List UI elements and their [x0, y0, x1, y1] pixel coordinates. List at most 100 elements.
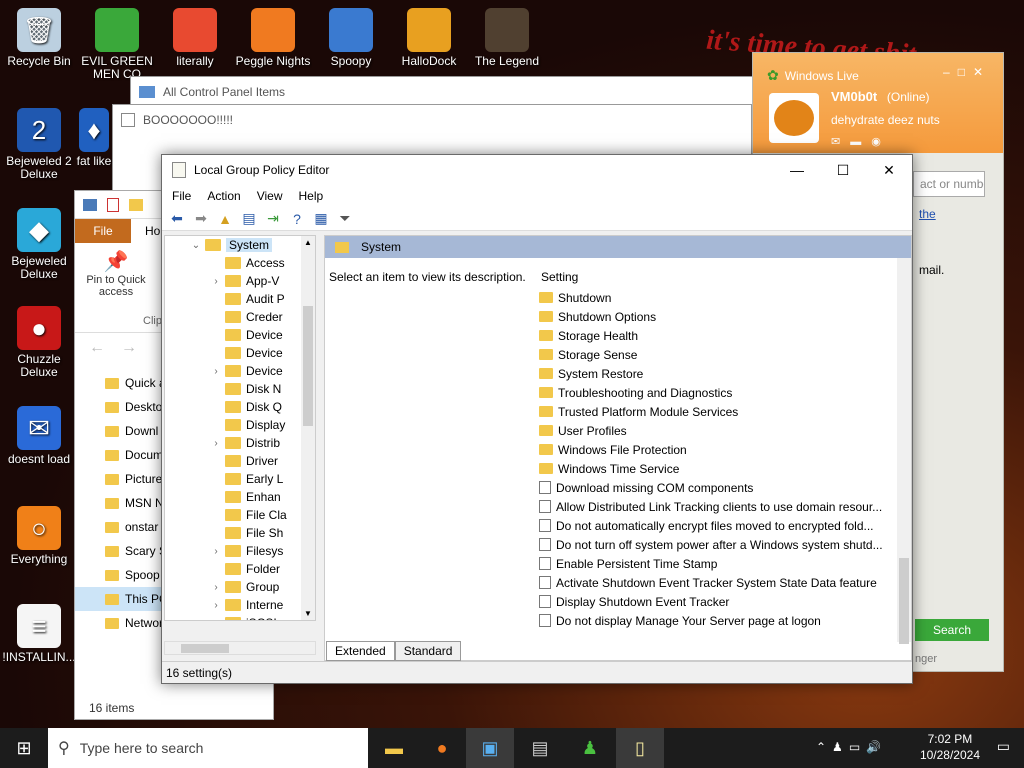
maximize-button[interactable]: ☐: [820, 155, 866, 185]
start-button[interactable]: ⊞: [0, 728, 48, 768]
tree-hscroll-thumb[interactable]: [181, 644, 229, 653]
desktop-icon[interactable]: ◆ Bejeweled Deluxe: [0, 208, 78, 281]
new-folder-icon[interactable]: [129, 198, 143, 211]
close-button[interactable]: ✕: [866, 155, 912, 185]
taskbar-clock[interactable]: 7:02 PM 10/28/2024: [920, 731, 980, 763]
policy-setting-row[interactable]: Do not display Manage Your Server page a…: [539, 611, 889, 630]
chevron-right-icon[interactable]: ›: [207, 366, 225, 377]
avatar[interactable]: [769, 93, 819, 143]
firefox-taskbar-icon[interactable]: ●: [418, 728, 466, 768]
desktop-icon[interactable]: 2 Bejeweled 2 Deluxe: [0, 108, 78, 181]
desktop-icon[interactable]: Peggle Nights: [234, 8, 312, 81]
tree-node[interactable]: › Interne: [165, 596, 315, 614]
chevron-right-icon[interactable]: ›: [207, 582, 225, 593]
settings-folder-row[interactable]: Storage Sense: [539, 345, 889, 364]
tree-node[interactable]: Audit P: [165, 290, 315, 308]
desktop-icon[interactable]: ≡ !INSTALLIN...: [0, 604, 78, 664]
group-policy-editor-window[interactable]: Local Group Policy Editor — ☐ ✕ File Acti…: [161, 154, 913, 684]
system-tray-icons[interactable]: ⌃♟▭🔊: [816, 740, 887, 754]
back-arrow-icon[interactable]: ←: [89, 339, 105, 357]
tree-node[interactable]: Driver: [165, 452, 315, 470]
tree-scrollbar[interactable]: ▲ ▼: [301, 236, 315, 620]
desktop-icon[interactable]: ● Chuzzle Deluxe: [0, 306, 78, 379]
policy-setting-row[interactable]: Activate Shutdown Event Tracker System S…: [539, 573, 889, 592]
properties-view-icon[interactable]: ▦: [310, 209, 332, 229]
up-folder-icon[interactable]: ▲: [214, 209, 236, 229]
tree-node[interactable]: › App-V: [165, 272, 315, 290]
chevron-right-icon[interactable]: ›: [207, 618, 225, 621]
settings-folder-row[interactable]: Storage Health: [539, 326, 889, 345]
scroll-down-arrow-icon[interactable]: ▼: [304, 609, 312, 618]
scroll-up-arrow-icon[interactable]: ▲: [304, 238, 312, 247]
messenger-taskbar-icon[interactable]: ♟: [566, 728, 614, 768]
forward-icon[interactable]: ➡: [190, 209, 212, 229]
tree-node[interactable]: Disk Q: [165, 398, 315, 416]
policy-setting-row[interactable]: Allow Distributed Link Tracking clients …: [539, 497, 889, 516]
desktop-icon-partial[interactable]: ♦ fat like: [74, 108, 114, 168]
policy-tree-pane[interactable]: ⌄ System Access › App-V Audit P Creder Device De…: [164, 235, 316, 621]
settings-scrollbar[interactable]: [897, 258, 911, 644]
chevron-right-icon[interactable]: ›: [207, 276, 225, 287]
menu-file[interactable]: File: [172, 189, 191, 203]
tree-node[interactable]: Device: [165, 326, 315, 344]
forward-arrow-icon[interactable]: →: [121, 339, 137, 357]
tree-hscrollbar[interactable]: [164, 641, 316, 655]
menu-view[interactable]: View: [257, 189, 283, 203]
minimize-button[interactable]: —: [774, 155, 820, 185]
settings-folder-row[interactable]: Windows File Protection: [539, 440, 889, 459]
pin-to-quick-access-button[interactable]: 📌 Pin to Quick access: [81, 249, 151, 298]
properties-icon[interactable]: [107, 197, 119, 212]
file-explorer-taskbar-icon[interactable]: ▬: [370, 728, 418, 768]
show-hide-tree-icon[interactable]: ▤: [238, 209, 260, 229]
policy-setting-row[interactable]: Do not automatically encrypt files moved…: [539, 516, 889, 535]
desktop-icon[interactable]: HalloDock: [390, 8, 468, 81]
ribbon-tab-file[interactable]: File: [75, 219, 131, 243]
tree-node[interactable]: Creder: [165, 308, 315, 326]
contact-search-input[interactable]: act or numbe: [913, 171, 985, 197]
tree-node[interactable]: › Filesys: [165, 542, 315, 560]
chevron-right-icon[interactable]: ›: [207, 600, 225, 611]
chevron-down-icon[interactable]: ⌄: [187, 240, 205, 251]
policy-setting-row[interactable]: Do not turn off system power after a Win…: [539, 535, 889, 554]
ribbon-tab-home[interactable]: Ho: [131, 219, 160, 243]
scroll-thumb[interactable]: [303, 306, 313, 426]
desktop-icon[interactable]: EVIL GREEN MEN CO: [78, 8, 156, 81]
policy-setting-row[interactable]: Download missing COM components: [539, 478, 889, 497]
desktop-icon[interactable]: ○ Everything: [0, 506, 78, 566]
tab-standard[interactable]: Standard: [394, 641, 462, 661]
settings-folder-row[interactable]: Shutdown: [539, 288, 889, 307]
messenger-window-controls[interactable]: –□✕: [943, 65, 991, 79]
messenger-username[interactable]: VM0b0t (Online): [831, 89, 930, 104]
policy-settings-pane[interactable]: System Select an item to view its descri…: [324, 235, 912, 661]
settings-folder-row[interactable]: System Restore: [539, 364, 889, 383]
policy-setting-row[interactable]: Display Shutdown Event Tracker: [539, 592, 889, 611]
messenger-link[interactable]: the: [919, 207, 936, 221]
filter-icon[interactable]: ⏷: [334, 209, 356, 229]
tree-node[interactable]: Enhan: [165, 488, 315, 506]
personal-message[interactable]: dehydrate deez nuts: [831, 113, 940, 127]
tree-node[interactable]: › Group: [165, 578, 315, 596]
tree-node[interactable]: File Sh: [165, 524, 315, 542]
chevron-right-icon[interactable]: ›: [207, 438, 225, 449]
settings-folder-row[interactable]: Trusted Platform Module Services: [539, 402, 889, 421]
tree-node[interactable]: ⌄ System: [165, 236, 315, 254]
tab-extended[interactable]: Extended: [326, 641, 395, 661]
notepad-taskbar-icon[interactable]: ▯: [616, 728, 664, 768]
tree-node[interactable]: › iSCSI: [165, 614, 315, 621]
menu-action[interactable]: Action: [207, 189, 240, 203]
tree-node[interactable]: Folder: [165, 560, 315, 578]
search-button[interactable]: Search: [915, 619, 989, 641]
export-list-icon[interactable]: ⇥: [262, 209, 284, 229]
desktop-icon[interactable]: The Legend: [468, 8, 546, 81]
setting-column-header[interactable]: Setting: [541, 270, 578, 284]
tree-node[interactable]: Access: [165, 254, 315, 272]
tree-node[interactable]: Early L: [165, 470, 315, 488]
desktop-icon[interactable]: Spoopy: [312, 8, 390, 81]
messenger-quick-icons[interactable]: ✉▬◉: [831, 135, 891, 148]
settings-folder-row[interactable]: Troubleshooting and Diagnostics: [539, 383, 889, 402]
desktop-icon[interactable]: 🗑 Recycle Bin: [0, 8, 78, 68]
control-panel-taskbar-icon[interactable]: ▣: [466, 728, 514, 768]
desktop-icon[interactable]: ✉ doesnt load: [0, 406, 78, 466]
menu-help[interactable]: Help: [299, 189, 324, 203]
tree-node[interactable]: › Distrib: [165, 434, 315, 452]
